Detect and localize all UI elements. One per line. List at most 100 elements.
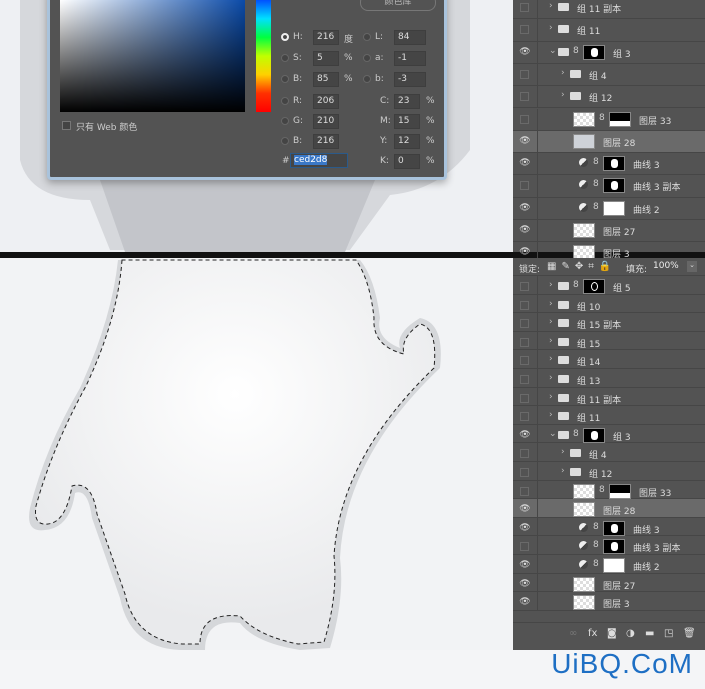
fx-icon[interactable]: fx (588, 628, 597, 639)
radio-2[interactable] (281, 75, 289, 83)
mask-icon[interactable]: ◙ (607, 628, 617, 639)
visibility-toggle[interactable] (520, 69, 529, 79)
layer-row[interactable]: › 组 15 副本 (513, 313, 705, 332)
layer-row[interactable]: › 组 11 (513, 406, 705, 425)
chevron-right-icon[interactable]: › (549, 280, 553, 290)
radio-3[interactable] (281, 97, 289, 105)
layer-row[interactable]: › 组 11 副本 (513, 387, 705, 407)
layer-row[interactable]: 8 图层 33 (513, 108, 705, 131)
visibility-toggle[interactable] (520, 25, 529, 35)
folder-icon[interactable]: ▬ (645, 628, 654, 639)
layer-row[interactable]: › 组 4 (513, 443, 705, 462)
layer-row[interactable]: › 组 14 (513, 350, 705, 369)
lab-radio-1[interactable] (363, 54, 371, 62)
layer-row[interactable]: 👁 8 曲线 3 (513, 517, 705, 537)
visibility-toggle[interactable] (520, 468, 529, 477)
chevron-down-icon[interactable]: ⌄ (549, 46, 557, 56)
visibility-toggle[interactable] (520, 300, 529, 310)
layer-row[interactable]: 8 图层 33 (513, 480, 705, 500)
layer-row[interactable]: › 组 12 (513, 86, 705, 109)
layer-row[interactable]: › 组 12 (513, 462, 705, 481)
field-input[interactable]: 5 (313, 51, 339, 66)
layer-row[interactable]: 👁 图层 27 (513, 573, 705, 593)
visibility-toggle[interactable] (520, 319, 529, 329)
chevron-right-icon[interactable]: › (549, 354, 553, 364)
web-only-checkbox[interactable] (62, 121, 71, 130)
visibility-toggle[interactable] (520, 337, 529, 347)
visibility-toggle[interactable] (520, 282, 529, 291)
chevron-right-icon[interactable]: › (549, 373, 553, 383)
layer-row[interactable]: › 组 15 (513, 331, 705, 351)
visibility-toggle[interactable] (520, 412, 529, 422)
lab-radio-2[interactable] (363, 75, 371, 83)
layer-row[interactable]: 👁 图层 3 (513, 592, 705, 611)
eye-icon[interactable]: 👁 (519, 504, 531, 514)
eye-icon[interactable]: 👁 (519, 136, 531, 146)
radio-4[interactable] (281, 117, 289, 125)
visibility-toggle[interactable] (520, 486, 529, 496)
layer-row[interactable]: 👁 图层 27 (513, 220, 705, 243)
eye-icon[interactable]: 👁 (519, 579, 531, 589)
trash-icon[interactable]: 🗑 (683, 628, 696, 639)
hue-slider[interactable] (256, 0, 271, 112)
chevron-right-icon[interactable]: › (561, 68, 565, 78)
layer-row[interactable]: 👁 ⌄ 8 组 3 (513, 41, 705, 64)
visibility-toggle[interactable] (520, 114, 529, 124)
chevron-right-icon[interactable]: › (549, 23, 553, 33)
radio-5[interactable] (281, 137, 289, 145)
eye-icon[interactable]: 👁 (519, 158, 531, 168)
visibility-toggle[interactable] (520, 542, 529, 552)
eye-icon[interactable]: 👁 (519, 523, 531, 533)
fill-value[interactable]: 100% (653, 261, 679, 271)
eye-icon[interactable]: 👁 (519, 560, 531, 570)
eye-icon[interactable]: 👁 (519, 225, 531, 235)
visibility-toggle[interactable] (520, 92, 529, 102)
eye-icon[interactable]: 👁 (519, 247, 531, 257)
chevron-right-icon[interactable]: › (561, 447, 565, 457)
chevron-right-icon[interactable]: › (549, 336, 553, 346)
fill-dropdown-icon[interactable]: ⌄ (687, 261, 697, 272)
visibility-toggle[interactable] (520, 393, 529, 403)
visibility-toggle[interactable] (520, 3, 529, 12)
visibility-toggle[interactable] (520, 449, 529, 459)
cmyk-input[interactable]: 0 (394, 154, 420, 169)
chevron-down-icon[interactable]: ⌄ (549, 429, 557, 439)
layer-row[interactable]: 👁 8 曲线 3 (513, 153, 705, 176)
layer-row[interactable]: 👁 图层 28 (513, 499, 705, 518)
chevron-right-icon[interactable]: › (549, 299, 553, 309)
radio-0[interactable] (281, 33, 289, 41)
new-layer-icon[interactable]: ◳ (664, 628, 673, 639)
eye-icon[interactable]: 👁 (519, 430, 531, 440)
field-input[interactable]: 206 (313, 94, 339, 109)
visibility-toggle[interactable] (520, 181, 529, 191)
adjustment-icon[interactable]: ◑ (626, 628, 635, 639)
chevron-right-icon[interactable]: › (561, 466, 565, 476)
layer-row[interactable]: › 组 10 (513, 294, 705, 314)
chevron-right-icon[interactable]: › (549, 410, 553, 420)
chevron-right-icon[interactable]: › (561, 90, 565, 100)
lock-icons[interactable]: ▦✎✥⌗🔒 (547, 261, 616, 272)
visibility-toggle[interactable] (520, 375, 529, 384)
chevron-right-icon[interactable]: › (549, 1, 553, 11)
field-input[interactable]: 216 (313, 30, 339, 45)
layer-row[interactable]: 👁 8 曲线 2 (513, 555, 705, 574)
layer-row[interactable]: › 组 11 (513, 19, 705, 42)
layer-row[interactable]: › 组 11 副本 (513, 0, 705, 20)
color-library-button[interactable]: 颜色库 (360, 0, 436, 11)
layer-row[interactable]: 👁 8 曲线 2 (513, 197, 705, 220)
chevron-right-icon[interactable]: › (549, 392, 553, 402)
field-input[interactable]: 85 (313, 72, 339, 87)
cmyk-input[interactable]: 15 (394, 114, 420, 129)
lab-radio-0[interactable] (363, 33, 371, 41)
cmyk-input[interactable]: 12 (394, 134, 420, 149)
color-field[interactable] (60, 0, 245, 112)
visibility-toggle[interactable] (520, 356, 529, 366)
layer-row[interactable]: 8 曲线 3 副本 (513, 536, 705, 555)
eye-icon[interactable]: 👁 (519, 597, 531, 607)
eye-icon[interactable]: 👁 (519, 47, 531, 57)
lab-input[interactable]: -1 (394, 51, 426, 66)
layer-row[interactable]: 8 曲线 3 副本 (513, 175, 705, 198)
link-icon[interactable]: ∞ (569, 628, 577, 639)
lab-input[interactable]: 84 (394, 30, 426, 45)
cmyk-input[interactable]: 23 (394, 94, 420, 109)
